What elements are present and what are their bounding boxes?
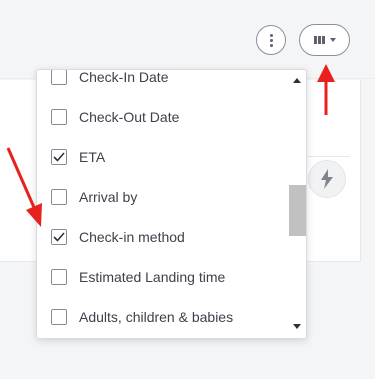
chevron-down-icon (329, 38, 336, 42)
column-option-check-in-method[interactable]: Check-in method (51, 225, 185, 249)
column-option-label: ETA (79, 149, 106, 165)
more-vertical-icon (269, 33, 273, 47)
checkbox[interactable] (51, 189, 67, 205)
column-option-label: Check-Out Date (79, 109, 180, 125)
lightning-icon (321, 169, 333, 189)
column-option-arrival-by[interactable]: Arrival by (51, 185, 137, 209)
checkmark-icon (53, 232, 65, 242)
quick-action-button[interactable] (308, 160, 346, 198)
columns-icon (313, 36, 325, 44)
column-option-guests[interactable]: Adults, children & babies (51, 305, 233, 329)
divider (300, 156, 350, 157)
column-option-label: Arrival by (79, 189, 138, 205)
column-option-label: Check-in method (79, 229, 185, 245)
column-option-estimated-landing-time[interactable]: Estimated Landing time (51, 265, 225, 289)
checkbox[interactable] (51, 70, 67, 85)
column-option-label: Check-In Date (79, 69, 169, 85)
checkbox[interactable] (51, 149, 67, 165)
scroll-down-icon[interactable] (293, 324, 301, 329)
scrollbar-thumb[interactable] (289, 185, 306, 236)
more-options-button[interactable] (256, 25, 286, 55)
checkbox[interactable] (51, 309, 67, 325)
checkbox[interactable] (51, 229, 67, 245)
checkbox[interactable] (51, 269, 67, 285)
columns-toggle-button[interactable] (299, 24, 350, 56)
checkbox[interactable] (51, 109, 67, 125)
column-option-check-out-date[interactable]: Check-Out Date (51, 105, 179, 129)
column-selector-menu: Check-In Date Check-Out Date ETA Arrival… (36, 69, 307, 339)
checkmark-icon (53, 152, 65, 162)
column-option-label: Estimated Landing time (79, 269, 226, 285)
scroll-up-icon[interactable] (293, 78, 301, 83)
column-option-check-in-date[interactable]: Check-In Date (51, 69, 169, 89)
column-option-label: Adults, children & babies (79, 309, 234, 325)
column-option-eta[interactable]: ETA (51, 145, 105, 169)
top-bar (0, 0, 375, 79)
